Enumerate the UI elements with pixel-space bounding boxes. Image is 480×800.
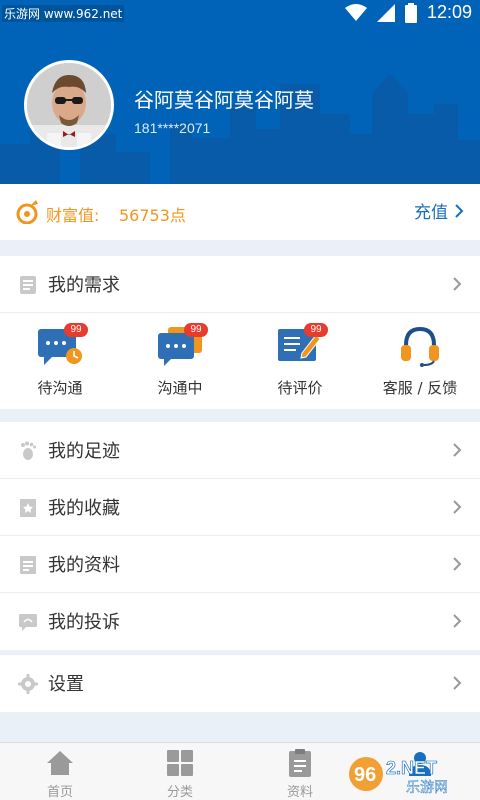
chevron-right-icon	[455, 203, 464, 218]
recharge-label: 充值	[414, 203, 448, 223]
needs-customer-service[interactable]: 客服 / 反馈	[360, 313, 480, 409]
recharge-button[interactable]: 充值	[414, 198, 464, 223]
watermark-text: 乐游网 www.962.net	[2, 5, 125, 22]
needs-badge: 99	[64, 323, 88, 337]
my-favorites-label: 我的收藏	[48, 498, 120, 519]
needs-in-communication[interactable]: 99 沟通中	[120, 313, 240, 409]
nav-home[interactable]: 首页	[0, 743, 120, 800]
my-footprint-label: 我的足迹	[48, 441, 120, 462]
needs-badge: 99	[184, 323, 208, 337]
needs-item-label: 沟通中	[157, 379, 203, 397]
my-needs-label: 我的需求	[48, 275, 120, 296]
settings-row[interactable]: 设置	[0, 655, 480, 712]
watermark-logo: 96 2.NET 乐游网	[349, 757, 448, 796]
battery-icon	[404, 2, 417, 23]
document-icon	[20, 276, 36, 294]
my-profile-info-row[interactable]: 我的资料	[0, 536, 480, 593]
nav-category-label: 分类	[166, 785, 193, 800]
headset-icon	[401, 326, 439, 367]
home-icon	[47, 751, 73, 775]
signal-icon	[376, 3, 395, 22]
user-name: 谷阿莫谷阿莫谷阿莫	[134, 88, 314, 112]
nav-home-label: 首页	[46, 785, 73, 800]
chevron-right-icon	[453, 277, 462, 291]
needs-item-label: 待评价	[277, 379, 323, 397]
my-complaints-label: 我的投诉	[48, 612, 120, 633]
document-icon	[20, 556, 36, 574]
nav-category[interactable]: 分类	[120, 743, 240, 800]
my-favorites-row[interactable]: 我的收藏	[0, 479, 480, 536]
menu-section: 我的足迹 我的收藏 我的资料 我的投诉	[0, 422, 480, 650]
profile-header: 谷阿莫谷阿莫谷阿莫 181****2071	[0, 28, 480, 184]
avatar[interactable]	[24, 60, 114, 150]
my-footprint-row[interactable]: 我的足迹	[0, 422, 480, 479]
wealth-row: 财富值: 56753点 充值	[0, 184, 480, 240]
chevron-right-icon	[453, 557, 462, 571]
my-complaints-row[interactable]: 我的投诉	[0, 593, 480, 650]
user-phone: 181****2071	[134, 120, 211, 136]
settings-label: 设置	[48, 674, 84, 695]
my-needs-row[interactable]: 我的需求	[0, 256, 480, 313]
complaint-message-icon	[19, 614, 37, 631]
svg-text:2.NET: 2.NET	[386, 758, 437, 778]
nav-profile-data-label: 资料	[286, 785, 313, 800]
needs-pending-communication[interactable]: 99 待沟通	[0, 313, 120, 409]
clipboard-icon	[289, 749, 311, 777]
chevron-right-icon	[453, 500, 462, 514]
nav-profile-data[interactable]: 资料	[240, 743, 360, 800]
svg-text:96: 96	[354, 764, 376, 786]
needs-grid: 99 待沟通 99 沟通中 99 待评价 客服 / 反馈	[0, 313, 480, 409]
chevron-right-icon	[453, 676, 462, 690]
needs-item-label: 待沟通	[37, 379, 83, 397]
wifi-icon	[344, 3, 367, 21]
bookmark-star-icon	[20, 499, 36, 517]
chevron-right-icon	[453, 614, 462, 628]
status-time: 12:09	[426, 2, 472, 22]
svg-text:乐游网: 乐游网	[406, 780, 448, 796]
wealth-value: 56753点	[119, 206, 186, 225]
status-icons: 12:09	[344, 2, 472, 23]
my-profile-info-label: 我的资料	[48, 555, 120, 576]
avatar-photo	[27, 63, 111, 147]
status-bar: 乐游网 www.962.net 12:09	[0, 0, 480, 28]
coin-icon	[16, 200, 38, 224]
gear-icon	[18, 674, 38, 694]
needs-item-label: 客服 / 反馈	[382, 379, 458, 397]
footprint-icon	[21, 441, 36, 460]
category-icon	[167, 750, 193, 776]
wealth-label: 财富值:	[46, 206, 100, 225]
needs-section: 我的需求 99 待沟通 99 沟通中 99 待评价 客服 / 反馈	[0, 256, 480, 409]
needs-pending-review[interactable]: 99 待评价	[240, 313, 360, 409]
settings-section: 设置	[0, 655, 480, 712]
needs-badge: 99	[304, 323, 328, 337]
chevron-right-icon	[453, 443, 462, 457]
